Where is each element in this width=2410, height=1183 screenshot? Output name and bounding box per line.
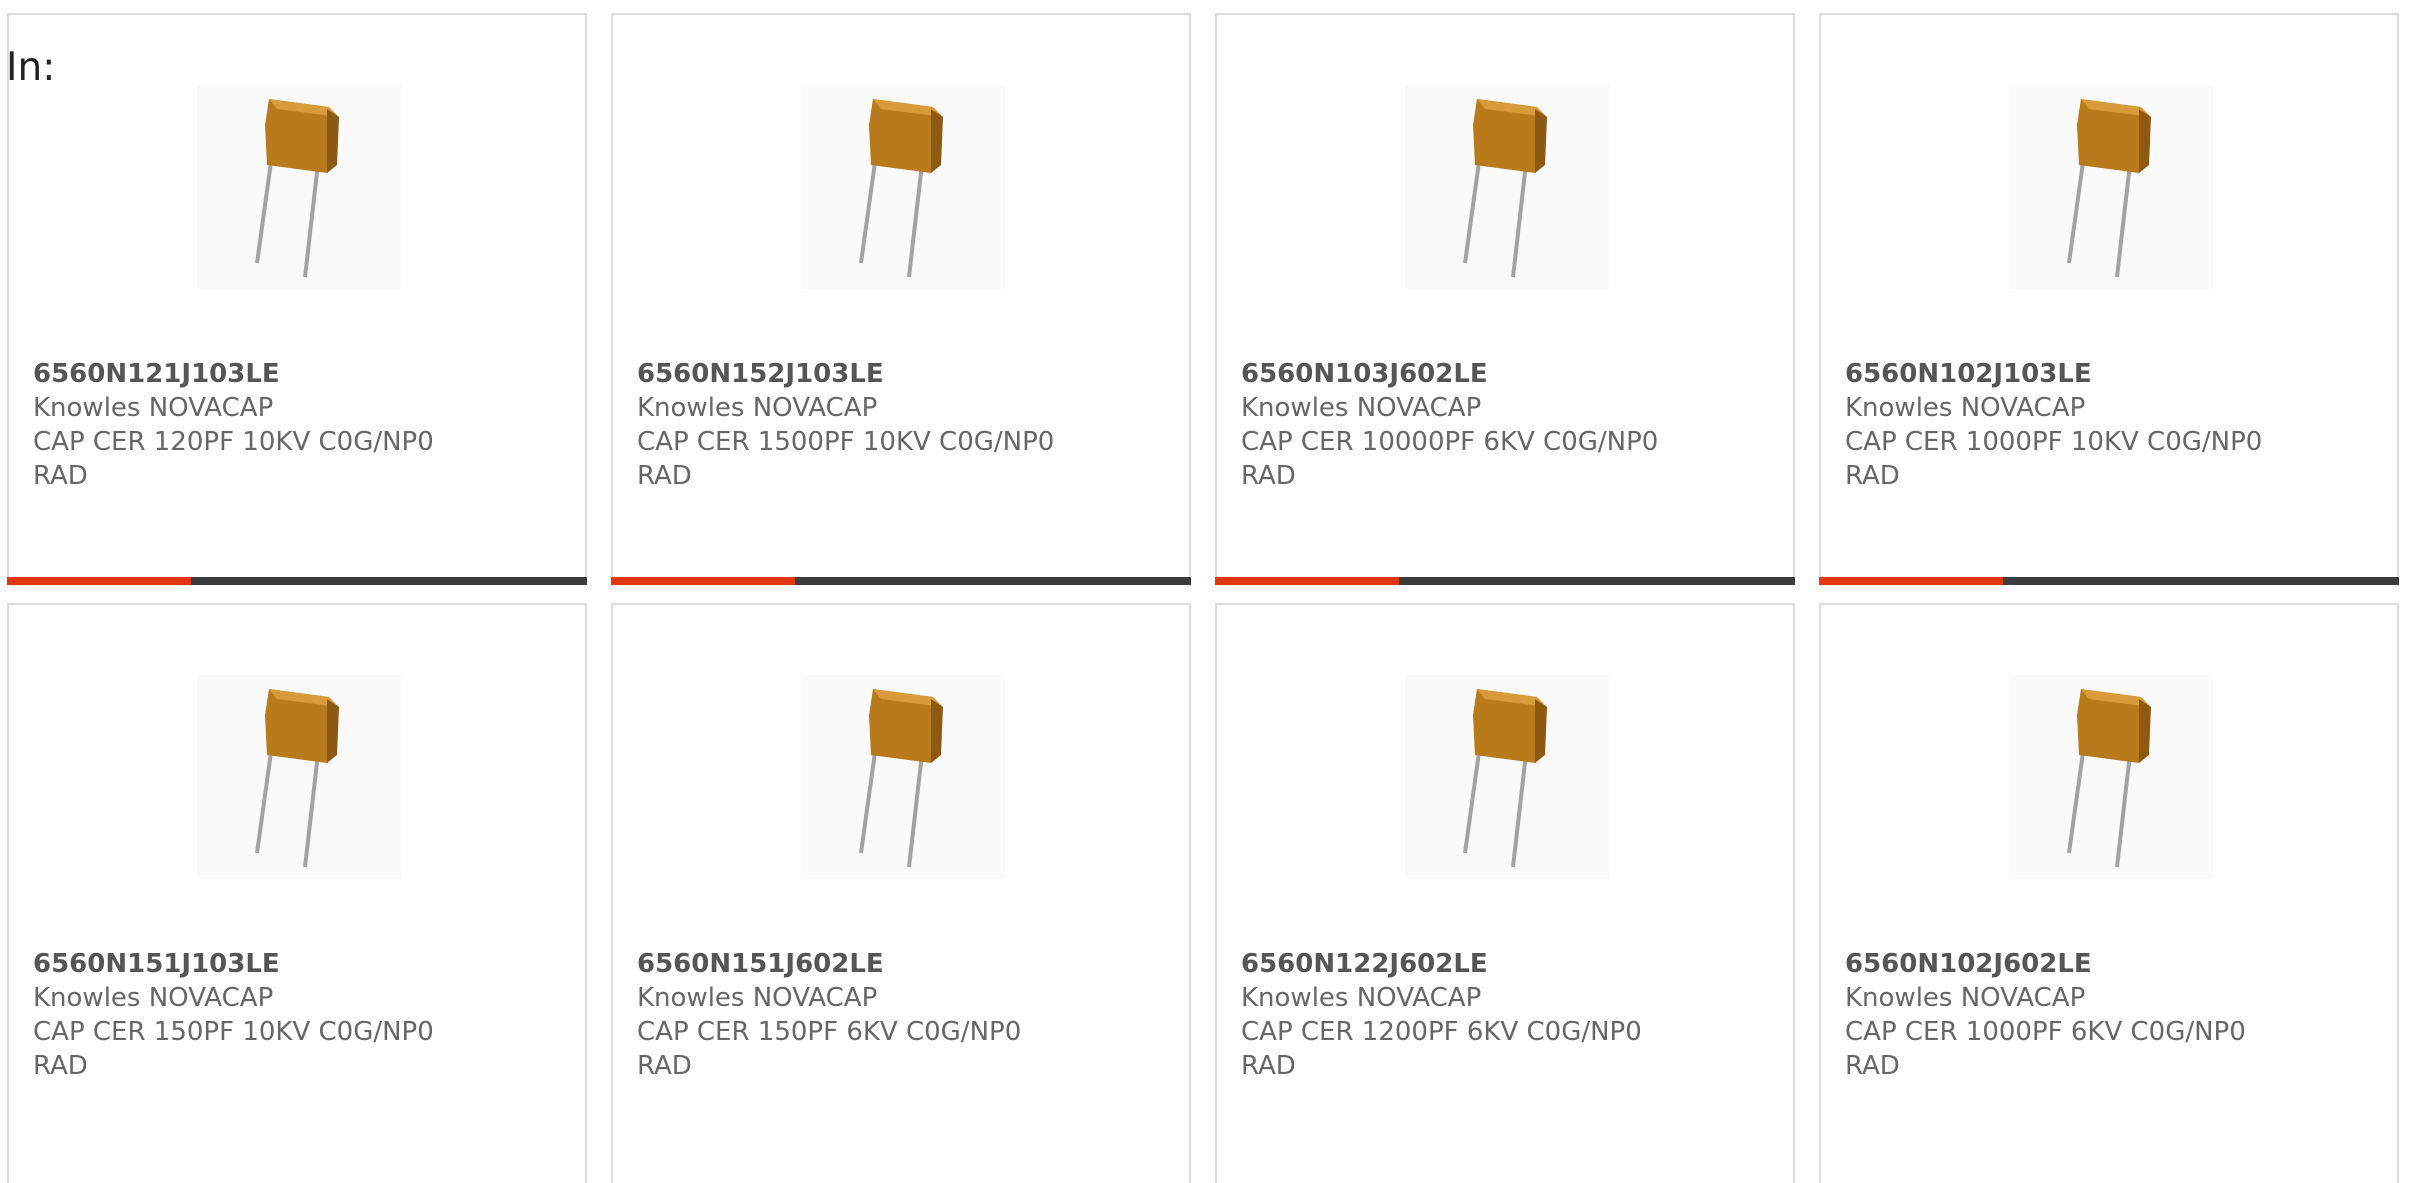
card-bar-accent: [611, 577, 795, 585]
description-package: RAD: [33, 1051, 88, 1081]
product-card[interactable]: 6560N122J602LE Knowles NOVACAP CAP CER 1…: [1215, 603, 1795, 1183]
product-card[interactable]: 6560N152J103LE Knowles NOVACAP CAP CER 1…: [611, 13, 1191, 585]
radial-capacitor-icon: [197, 85, 401, 289]
manufacturer: Knowles NOVACAP: [1845, 393, 2086, 423]
product-info: 6560N151J602LE Knowles NOVACAP CAP CER 1…: [637, 947, 1021, 1083]
in-label: In:: [6, 45, 56, 90]
part-number[interactable]: 6560N103J602LE: [1241, 357, 1658, 391]
card-bottom-bar: [1215, 577, 1795, 585]
description: CAP CER 150PF 10KV C0G/NP0: [33, 1017, 434, 1047]
manufacturer: Knowles NOVACAP: [1241, 983, 1482, 1013]
product-info: 6560N152J103LE Knowles NOVACAP CAP CER 1…: [637, 357, 1054, 493]
manufacturer: Knowles NOVACAP: [637, 983, 878, 1013]
card-bottom-bar: [611, 577, 1191, 585]
radial-capacitor-icon: [1405, 85, 1609, 289]
description-package: RAD: [1845, 461, 1900, 491]
product-card[interactable]: 6560N103J602LE Knowles NOVACAP CAP CER 1…: [1215, 13, 1795, 585]
part-number[interactable]: 6560N151J602LE: [637, 947, 1021, 981]
manufacturer: Knowles NOVACAP: [33, 983, 274, 1013]
card-bottom-bar: [1819, 577, 2399, 585]
manufacturer: Knowles NOVACAP: [33, 393, 274, 423]
part-number[interactable]: 6560N121J103LE: [33, 357, 434, 391]
description: CAP CER 10000PF 6KV C0G/NP0: [1241, 427, 1659, 457]
manufacturer: Knowles NOVACAP: [637, 393, 878, 423]
product-card[interactable]: 6560N102J602LE Knowles NOVACAP CAP CER 1…: [1819, 603, 2399, 1183]
product-info: 6560N151J103LE Knowles NOVACAP CAP CER 1…: [33, 947, 434, 1083]
manufacturer: Knowles NOVACAP: [1845, 983, 2086, 1013]
description-package: RAD: [637, 461, 692, 491]
description: CAP CER 1000PF 6KV C0G/NP0: [1845, 1017, 2246, 1047]
product-info: 6560N102J103LE Knowles NOVACAP CAP CER 1…: [1845, 357, 2262, 493]
manufacturer: Knowles NOVACAP: [1241, 393, 1482, 423]
product-info: 6560N103J602LE Knowles NOVACAP CAP CER 1…: [1241, 357, 1658, 493]
radial-capacitor-icon: [2009, 675, 2213, 879]
part-number[interactable]: 6560N151J103LE: [33, 947, 434, 981]
radial-capacitor-icon: [2009, 85, 2213, 289]
part-number[interactable]: 6560N102J602LE: [1845, 947, 2246, 981]
card-bottom-bar: [7, 577, 587, 585]
part-number[interactable]: 6560N152J103LE: [637, 357, 1054, 391]
product-info: 6560N121J103LE Knowles NOVACAP CAP CER 1…: [33, 357, 434, 493]
description-package: RAD: [1241, 1051, 1296, 1081]
product-info: 6560N102J602LE Knowles NOVACAP CAP CER 1…: [1845, 947, 2246, 1083]
product-card[interactable]: 6560N121J103LE Knowles NOVACAP CAP CER 1…: [7, 13, 587, 585]
description: CAP CER 1200PF 6KV C0G/NP0: [1241, 1017, 1642, 1047]
radial-capacitor-icon: [197, 675, 401, 879]
description-package: RAD: [637, 1051, 692, 1081]
description-package: RAD: [33, 461, 88, 491]
part-number[interactable]: 6560N122J602LE: [1241, 947, 1642, 981]
part-number[interactable]: 6560N102J103LE: [1845, 357, 2262, 391]
product-grid: 6560N121J103LE Knowles NOVACAP CAP CER 1…: [7, 13, 2399, 1183]
product-card[interactable]: 6560N102J103LE Knowles NOVACAP CAP CER 1…: [1819, 13, 2399, 585]
radial-capacitor-icon: [801, 675, 1005, 879]
card-bar-accent: [1819, 577, 2003, 585]
description: CAP CER 1000PF 10KV C0G/NP0: [1845, 427, 2263, 457]
radial-capacitor-icon: [1405, 675, 1609, 879]
description: CAP CER 1500PF 10KV C0G/NP0: [637, 427, 1055, 457]
description-package: RAD: [1845, 1051, 1900, 1081]
radial-capacitor-icon: [801, 85, 1005, 289]
product-card[interactable]: 6560N151J602LE Knowles NOVACAP CAP CER 1…: [611, 603, 1191, 1183]
product-info: 6560N122J602LE Knowles NOVACAP CAP CER 1…: [1241, 947, 1642, 1083]
card-bar-accent: [7, 577, 191, 585]
description: CAP CER 120PF 10KV C0G/NP0: [33, 427, 434, 457]
description-package: RAD: [1241, 461, 1296, 491]
card-bar-accent: [1215, 577, 1399, 585]
description: CAP CER 150PF 6KV C0G/NP0: [637, 1017, 1022, 1047]
product-card[interactable]: 6560N151J103LE Knowles NOVACAP CAP CER 1…: [7, 603, 587, 1183]
